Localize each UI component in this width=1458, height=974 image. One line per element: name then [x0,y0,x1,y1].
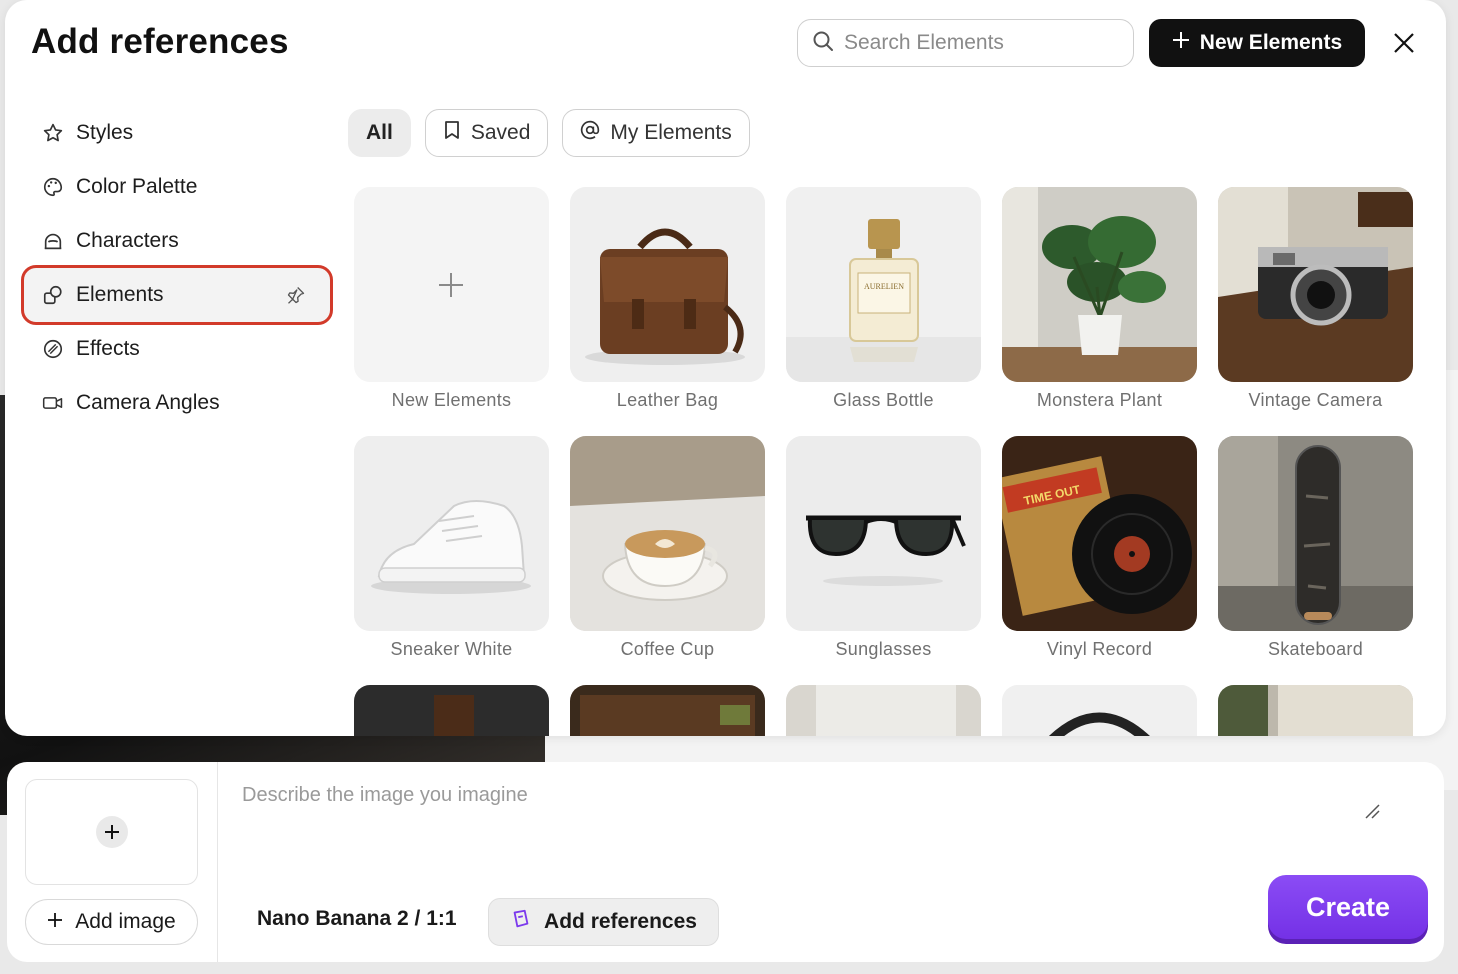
palette-icon [42,176,64,198]
image-upload-slot[interactable] [25,779,198,885]
sidebar-item-effects[interactable]: Effects [24,322,334,376]
sidebar-item-label: Characters [76,229,179,252]
search-icon [812,30,834,57]
filter-all[interactable]: All [348,109,411,157]
search-box[interactable] [797,19,1134,67]
prompt-composer: Add image Nano Banana 2 / 1:1 Add refere… [7,762,1444,962]
add-references-button[interactable]: Add references [488,898,719,946]
element-label: Glass Bottle [833,390,934,410]
element-card-leather-bag[interactable]: Leather Bag [570,187,765,436]
plus-icon [439,273,463,297]
sidebar-item-label: Effects [76,337,140,360]
filter-chips: All Saved My Elements [348,109,750,157]
sidebar-item-elements[interactable]: Elements [21,265,333,325]
filter-label: Saved [470,121,531,144]
new-elements-label: New Elements [1199,31,1343,54]
element-card-partial[interactable] [570,685,765,736]
element-label: Coffee Cup [620,639,715,659]
references-icon [510,908,532,936]
sidebar-item-characters[interactable]: Characters [24,214,334,268]
element-card-monstera-plant[interactable]: Monstera Plant [1002,187,1197,436]
sidebar-item-label: Color Palette [76,175,198,198]
element-label: Monstera Plant [1036,390,1163,410]
element-card-skateboard[interactable]: Skateboard [1218,436,1413,685]
vintage-camera-image [1218,187,1413,382]
vinyl-record-image: TIME OUT [1002,436,1197,631]
add-image-label: Add image [75,910,176,933]
sidebar-item-label: Camera Angles [76,391,220,414]
search-input[interactable] [844,31,1114,55]
element-thumbnail [1002,685,1197,736]
effects-icon [42,338,64,360]
element-thumbnail [354,685,549,736]
element-card-glass-bottle[interactable]: AURELIEN Glass Bottle [786,187,981,436]
prompt-input[interactable] [242,784,1342,844]
new-element-tile [354,187,549,382]
filter-my-elements[interactable]: My Elements [562,109,750,157]
element-label: Vinyl Record [1046,639,1153,659]
element-label: Skateboard [1267,639,1364,659]
sidebar-item-styles[interactable]: Styles [24,106,334,160]
new-elements-button[interactable]: New Elements [1149,19,1365,67]
element-card-partial[interactable] [1002,685,1197,736]
element-label: Sneaker White [390,639,513,659]
add-references-modal: Add references New Elements Styles Color… [5,0,1446,736]
create-button[interactable]: Create [1268,875,1428,939]
element-card-vintage-camera[interactable]: Vintage Camera [1218,187,1413,436]
model-selector[interactable]: Nano Banana 2 / 1:1 [257,907,457,931]
pin-icon[interactable] [286,285,306,311]
add-references-label: Add references [544,910,697,933]
elements-grid: New Elements Leather Bag AURELIEN Glass … [354,187,1424,736]
video-camera-icon [42,392,64,414]
modal-title: Add references [31,22,289,61]
sidebar-item-label: Elements [76,283,164,306]
sneaker-white-image [354,436,549,631]
close-icon[interactable] [1391,30,1417,56]
plus-icon [47,910,63,934]
resize-handle-icon[interactable] [1363,802,1381,825]
plus-icon [95,816,128,848]
element-thumbnail [786,685,981,736]
filter-saved[interactable]: Saved [424,109,549,157]
monstera-plant-image [1002,187,1197,382]
star-icon [42,122,64,144]
element-thumbnail [1218,685,1413,736]
element-card-sunglasses[interactable]: Sunglasses [786,436,981,685]
element-card-partial[interactable] [786,685,981,736]
element-label: Sunglasses [835,639,932,659]
filter-label: All [366,121,393,144]
element-card-sneaker-white[interactable]: Sneaker White [354,436,549,685]
svg-text:AURELIEN: AURELIEN [864,282,904,291]
bookmark-icon [443,120,461,146]
element-label: Vintage Camera [1248,390,1383,410]
element-card-partial[interactable] [1218,685,1413,736]
at-icon [580,120,600,146]
filter-label: My Elements [610,121,732,144]
element-card-coffee-cup[interactable]: Coffee Cup [570,436,765,685]
element-thumbnail [570,685,765,736]
glass-bottle-image: AURELIEN [786,187,981,382]
sunglasses-image [786,436,981,631]
element-label: Leather Bag [616,390,719,410]
element-card-vinyl-record[interactable]: TIME OUT Vinyl Record [1002,436,1197,685]
leather-bag-image [570,187,765,382]
shapes-icon [42,284,64,306]
character-icon [42,230,64,252]
sidebar-item-label: Styles [76,121,134,144]
category-sidebar: Styles Color Palette Characters Elements [21,106,334,430]
sidebar-item-color-palette[interactable]: Color Palette [24,160,334,214]
composer-divider [217,762,218,962]
element-card-partial[interactable] [354,685,549,736]
element-label: New Elements [391,390,512,410]
element-card-new[interactable]: New Elements [354,187,549,436]
skateboard-image [1218,436,1413,631]
coffee-cup-image [570,436,765,631]
add-image-button[interactable]: Add image [25,899,198,945]
plus-icon [1172,31,1190,55]
sidebar-item-camera-angles[interactable]: Camera Angles [24,376,334,430]
